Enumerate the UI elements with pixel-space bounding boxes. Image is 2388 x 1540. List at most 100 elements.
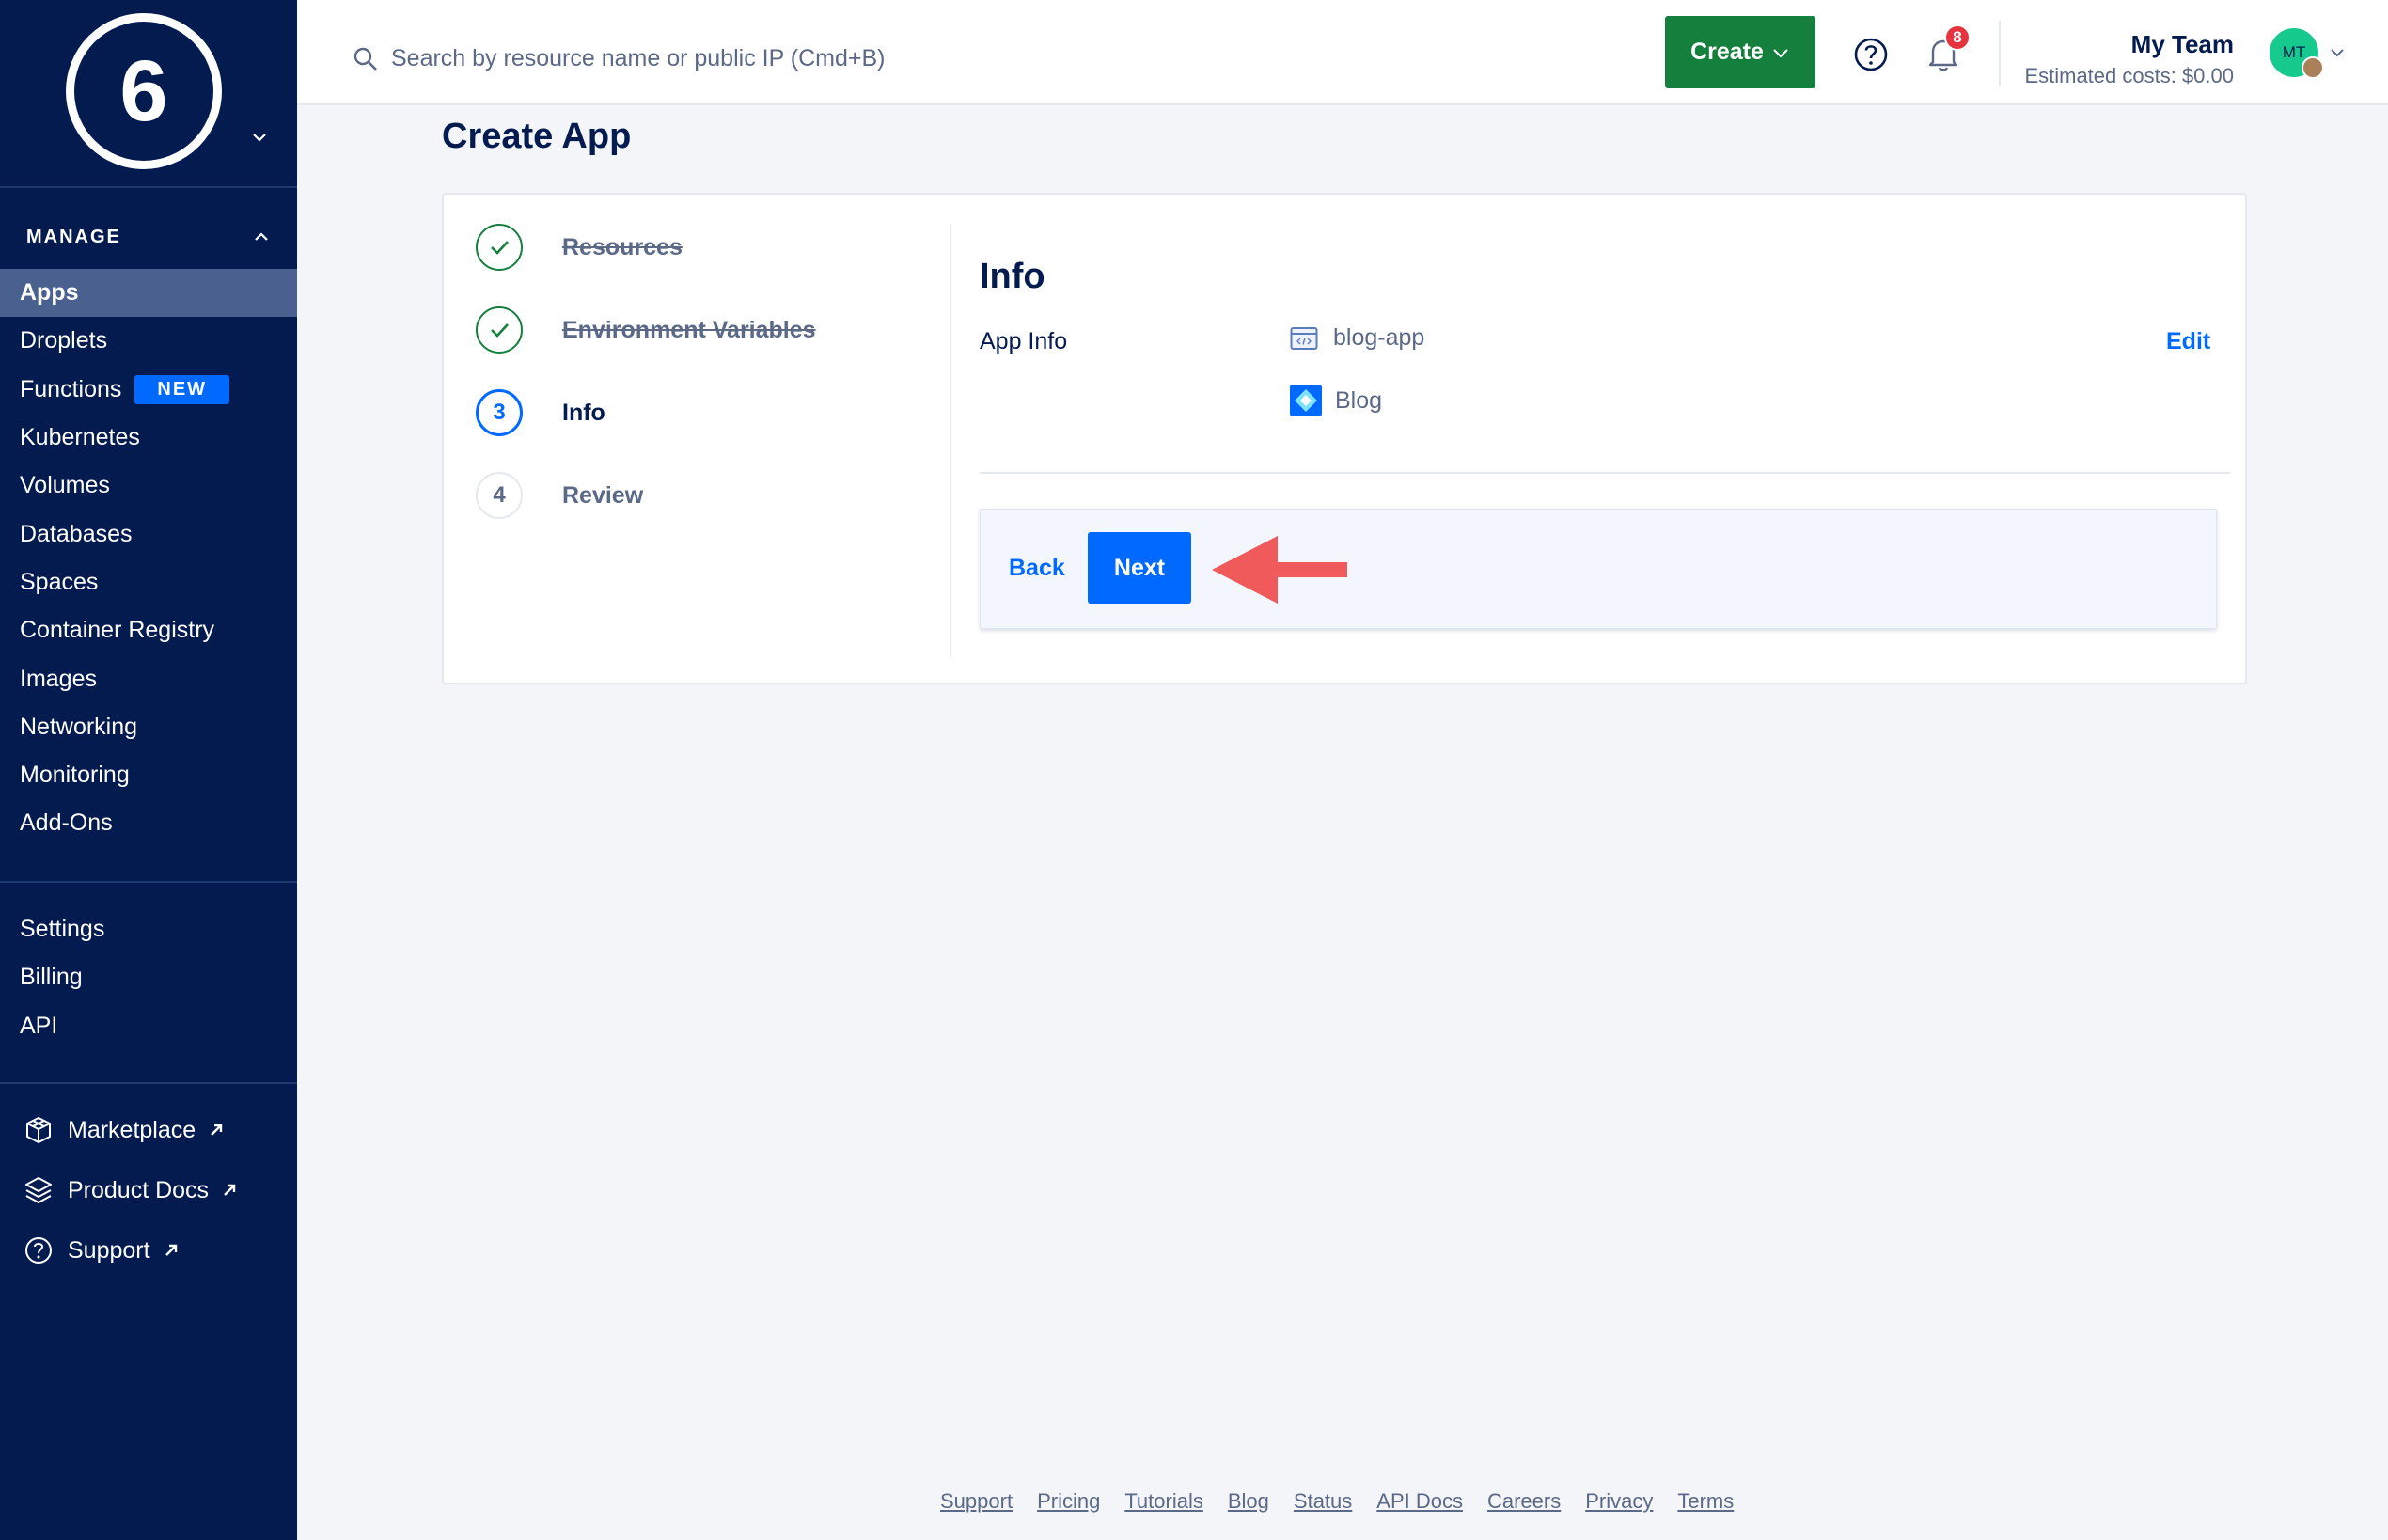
step-resources[interactable]: Resources [476,224,683,271]
help-icon[interactable] [1852,36,1890,73]
step-review[interactable]: 4 Review [476,472,643,519]
chevron-down-icon[interactable] [250,128,269,147]
wizard-action-bar: Back Next [980,509,2217,629]
sidebar-item-label: Support [68,1236,150,1264]
sidebar-item-support[interactable]: Support [0,1220,297,1281]
blog-icon [1290,385,1322,416]
step-label: Environment Variables [562,316,816,343]
back-button[interactable]: Back [1009,555,1065,582]
team-logo[interactable]: 6 [66,13,222,169]
sidebar-item-billing[interactable]: Billing [0,953,297,1001]
step-check [476,306,523,354]
sidebar-item-product-docs[interactable]: Product Docs [0,1160,297,1220]
app-type: Blog [1335,386,1383,414]
sidebar-item-droplets[interactable]: Droplets [0,317,297,365]
cube-icon [26,1117,51,1143]
chevron-down-icon [1773,48,1788,57]
sidebar-item-spaces[interactable]: Spaces [0,558,297,606]
wizard-steps: Resources Environment Variables 3 Info 4… [444,195,951,683]
logo-area: 6 [0,0,297,188]
sidebar-item-networking[interactable]: Networking [0,703,297,751]
sidebar-item-label: Functions [20,375,122,402]
sidebar-item-label: Monitoring [20,762,130,789]
estimated-costs: Estimated costs: $0.00 [2024,64,2234,87]
topbar-divider [1999,21,2001,86]
sidebar-item-label: Volumes [20,472,110,499]
sidebar-divider [0,1082,297,1084]
arrow-left-icon [1212,536,1347,604]
sidebar-item-label: Billing [20,964,83,991]
footer-link-pricing[interactable]: Pricing [1037,1489,1100,1514]
sidebar-item-api[interactable]: API [0,1002,297,1050]
create-button-label: Create [1690,39,1764,65]
sidebar-item-label: Databases [20,520,133,547]
sidebar-secondary-nav: Settings Billing API [0,905,297,1050]
section-title: MANAGE [26,226,121,247]
next-button[interactable]: Next [1088,532,1191,604]
avatar-initials: MT [2282,43,2306,61]
step-number: 4 [476,472,523,519]
sidebar-item-label: Settings [20,916,105,943]
footer-link-careers[interactable]: Careers [1487,1489,1561,1514]
layers-icon [25,1177,52,1203]
sidebar-item-container-registry[interactable]: Container Registry [0,606,297,654]
sidebar-item-label: Droplets [20,327,108,354]
sidebar-item-databases[interactable]: Databases [0,510,297,558]
sidebar-item-label: Networking [20,713,138,740]
sidebar-item-functions[interactable]: Functions NEW [0,366,297,414]
step-environment-variables[interactable]: Environment Variables [476,306,816,354]
sidebar-item-kubernetes[interactable]: Kubernetes [0,414,297,462]
footer-link-privacy[interactable]: Privacy [1585,1489,1653,1514]
step-info[interactable]: 3 Info [476,389,605,436]
top-bar: Create 8 My Team Estimated costs: $0.00 … [297,0,2388,105]
chevron-down-icon[interactable] [2328,43,2347,62]
sidebar-item-monitoring[interactable]: Monitoring [0,751,297,799]
sidebar: 6 MANAGE Apps Droplets Functions NEW Kube… [0,0,297,1540]
team-name[interactable]: My Team [2018,30,2234,59]
code-window-icon [1290,326,1318,350]
page-title: Create App [442,117,632,156]
search-icon [353,47,377,71]
check-icon [491,323,509,338]
sidebar-item-images[interactable]: Images [0,654,297,702]
edit-link[interactable]: Edit [2166,328,2210,355]
info-section-title: Info [980,257,1045,296]
sidebar-item-label: Add-Ons [20,809,113,837]
sidebar-item-settings[interactable]: Settings [0,905,297,953]
external-link-icon [211,1124,223,1136]
search-input[interactable] [391,38,1049,79]
sidebar-item-volumes[interactable]: Volumes [0,462,297,510]
sidebar-item-label: Apps [20,279,79,306]
step-check [476,224,523,271]
new-badge: NEW [134,374,230,404]
sidebar-item-label: API [20,1012,58,1039]
step-label: Info [562,399,605,426]
manage-section-header[interactable]: MANAGE [26,224,271,250]
app-name-row: blog-app [1290,324,1424,352]
sidebar-item-label: Spaces [20,568,99,595]
footer-link-terms[interactable]: Terms [1677,1489,1734,1514]
sidebar-nav: Apps Droplets Functions NEW Kubernetes Vo… [0,269,297,848]
sidebar-item-apps[interactable]: Apps [0,269,297,318]
info-divider [980,472,2230,474]
sidebar-item-label: Product Docs [68,1176,210,1203]
footer-link-api-docs[interactable]: API Docs [1376,1489,1463,1514]
notification-badge: 8 [1944,24,1971,51]
step-label: Review [562,481,644,509]
create-button[interactable]: Create [1665,16,1815,88]
sidebar-external-links: Marketplace Product Docs Support [0,1100,297,1281]
check-icon [491,241,509,255]
footer-link-tutorials[interactable]: Tutorials [1124,1489,1203,1514]
sidebar-item-marketplace[interactable]: Marketplace [0,1100,297,1160]
footer-links: Support Pricing Tutorials Blog Status AP… [940,1489,1734,1514]
sidebar-item-add-ons[interactable]: Add-Ons [0,799,297,847]
user-avatar-mini [2302,56,2324,79]
app-info-label: App Info [980,328,1068,354]
sidebar-item-label: Container Registry [20,617,215,644]
footer-link-blog[interactable]: Blog [1228,1489,1269,1514]
app-name: blog-app [1333,324,1425,351]
footer-link-support[interactable]: Support [940,1489,1013,1514]
footer-link-status[interactable]: Status [1294,1489,1352,1514]
sidebar-divider [0,881,297,883]
sidebar-item-label: Images [20,665,97,692]
